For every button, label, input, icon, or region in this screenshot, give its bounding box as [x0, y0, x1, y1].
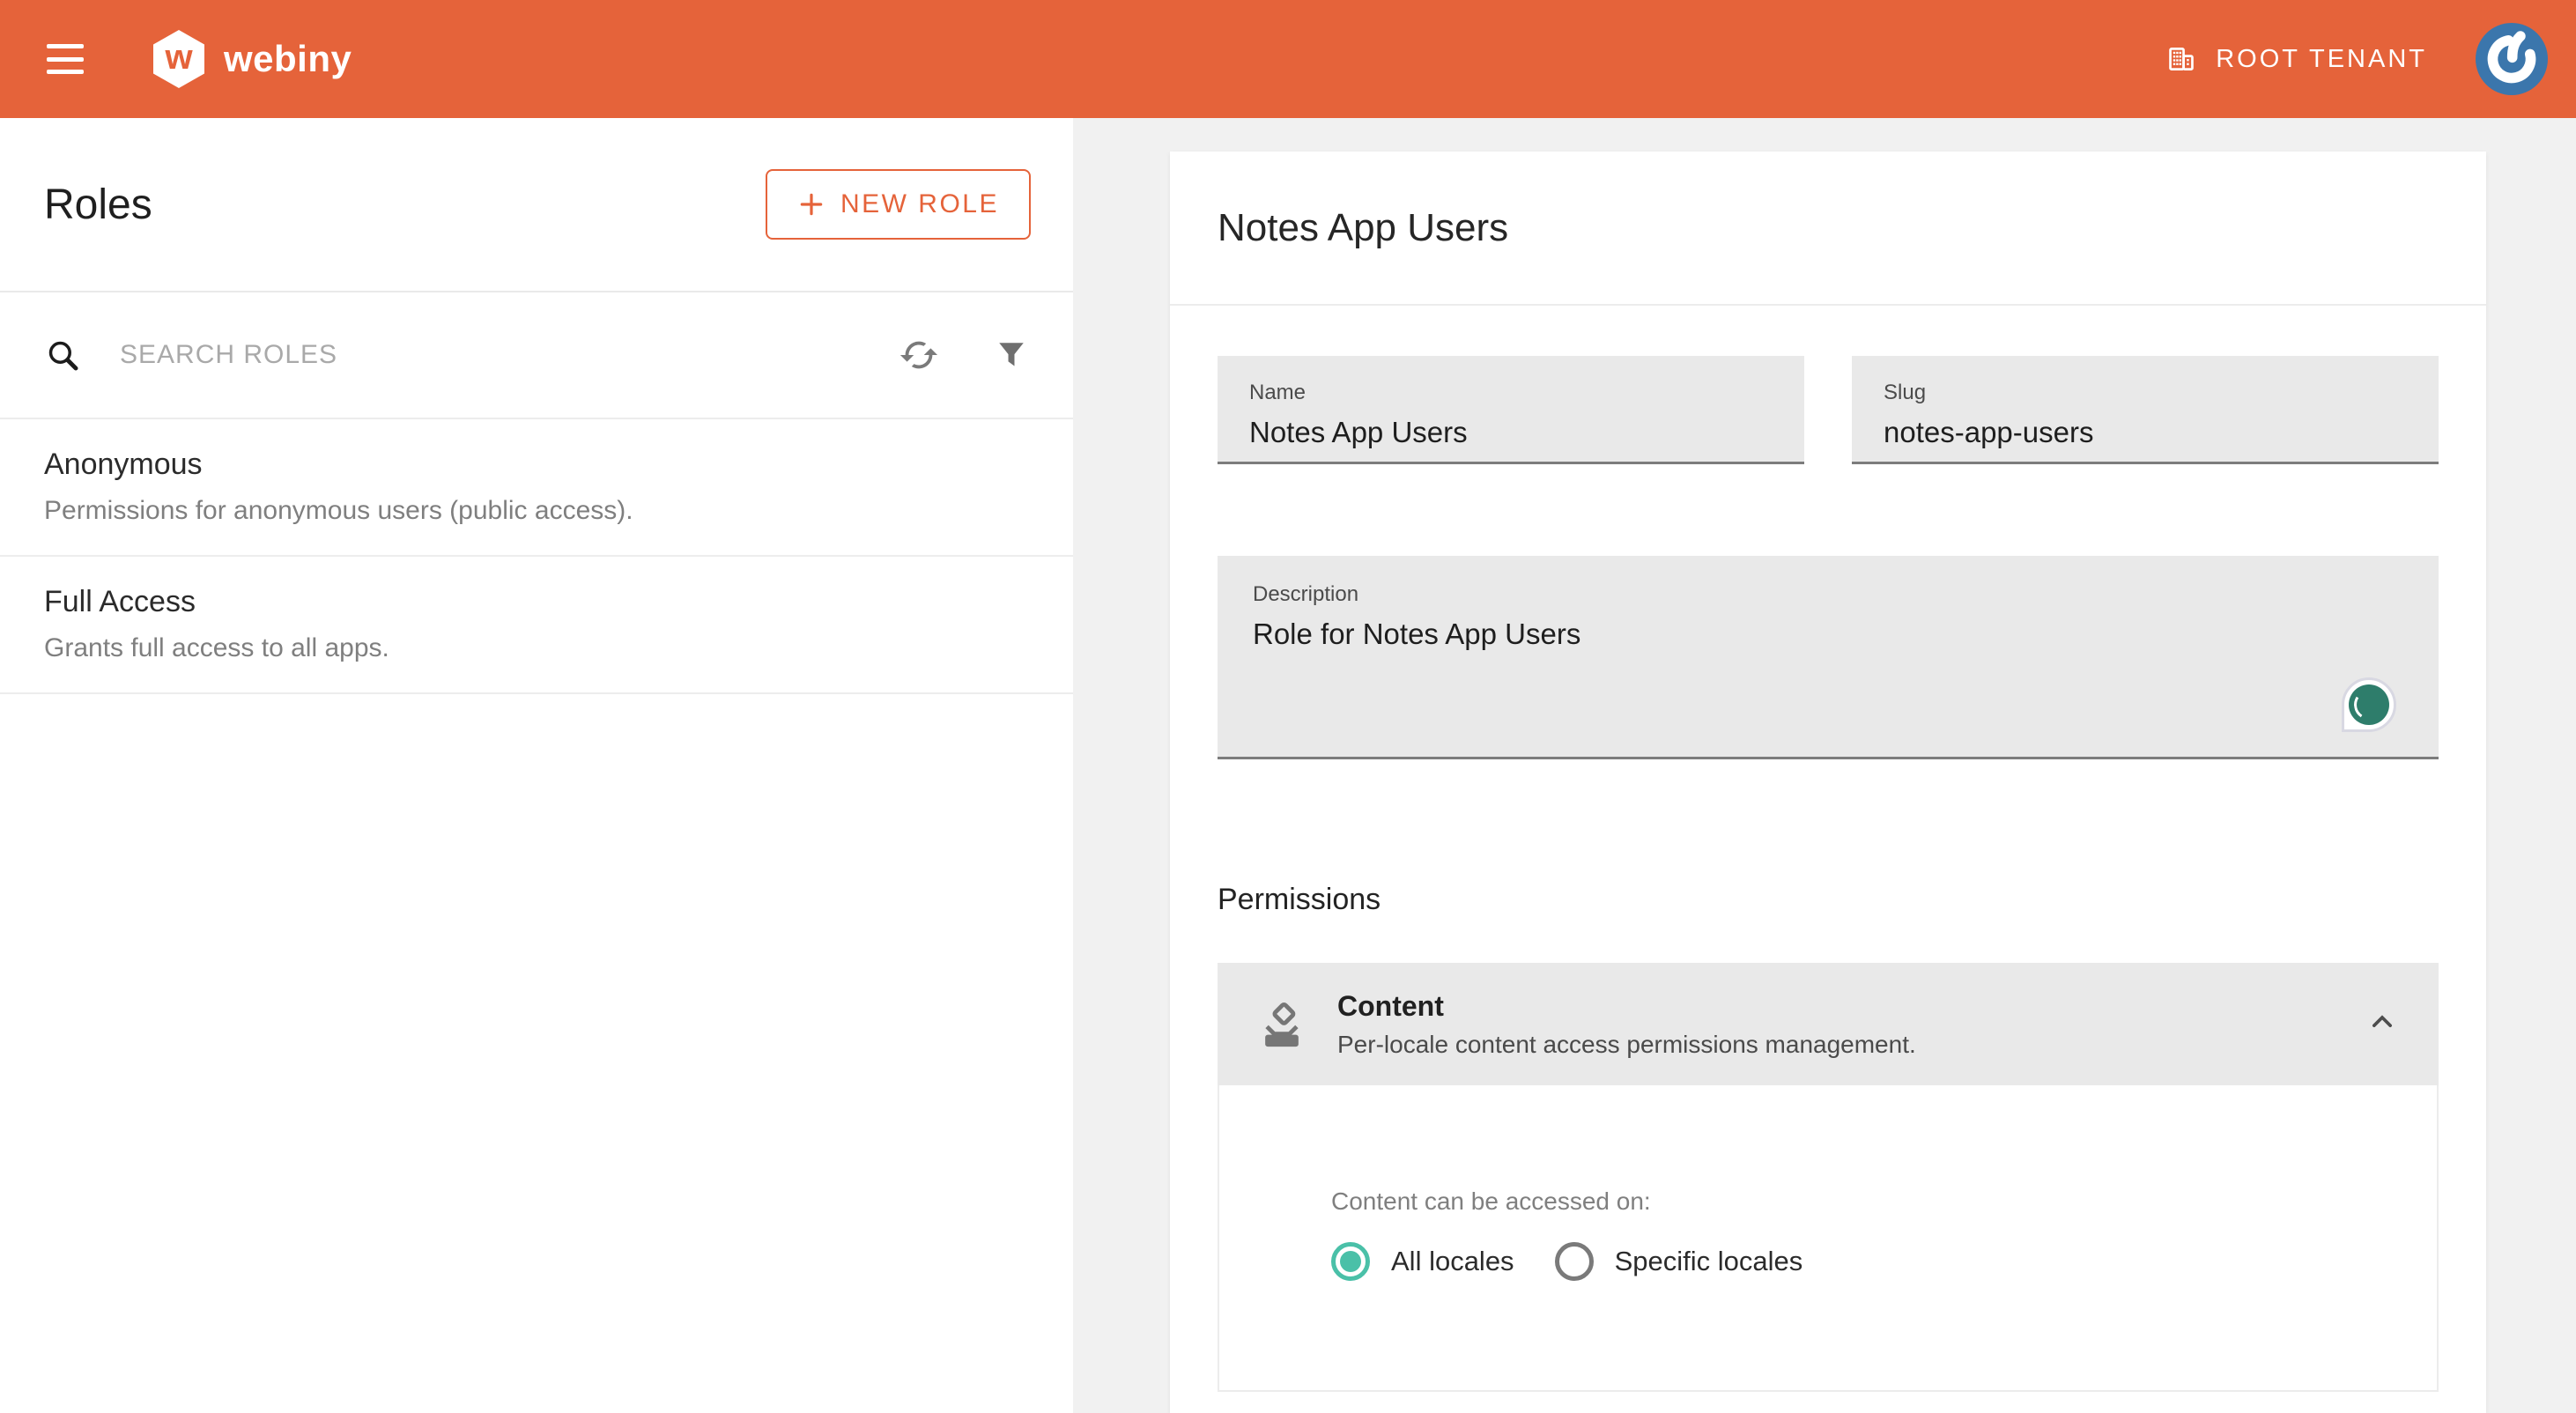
- menu-bar: [47, 44, 84, 48]
- radio-specific-locales-label: Specific locales: [1615, 1246, 1803, 1277]
- description-field-label: Description: [1253, 582, 2403, 607]
- permissions-section-content: Content Per-locale content access permis…: [1218, 963, 2439, 1392]
- name-field-value: Notes App Users: [1249, 416, 1773, 449]
- locales-radio-group: All locales Specific locales: [1331, 1242, 2437, 1281]
- search-input[interactable]: [118, 339, 899, 371]
- accordion-title: Content: [1337, 990, 1916, 1023]
- menu-icon[interactable]: [47, 44, 84, 74]
- role-name: Full Access: [44, 585, 1029, 619]
- new-role-button[interactable]: NEW ROLE: [766, 169, 1031, 240]
- permissions-heading: Permissions: [1218, 883, 2439, 917]
- building-icon: [2166, 44, 2196, 74]
- radio-all-locales-label: All locales: [1391, 1246, 1514, 1277]
- chevron-up-icon[interactable]: [2365, 1004, 2400, 1044]
- plus-icon: [797, 190, 825, 218]
- role-detail-header: Notes App Users: [1170, 152, 2486, 306]
- new-role-label: NEW ROLE: [840, 189, 999, 219]
- list-item-full-access[interactable]: Full Access Grants full access to all ap…: [0, 557, 1073, 694]
- name-field-label: Name: [1249, 381, 1773, 405]
- slug-field-value: notes-app-users: [1884, 416, 2407, 449]
- ballot-box-icon: [1256, 999, 1307, 1050]
- radio-specific-locales[interactable]: Specific locales: [1555, 1242, 1803, 1281]
- role-description: Grants full access to all apps.: [44, 633, 1029, 663]
- access-label: Content can be accessed on:: [1331, 1187, 2437, 1216]
- webiny-logo-icon: w: [153, 30, 204, 88]
- name-slug-row: Name Notes App Users Slug notes-app-user…: [1218, 356, 2439, 464]
- tenant-selector[interactable]: ROOT TENANT: [2166, 44, 2427, 74]
- radio-unselected-icon: [1555, 1242, 1594, 1281]
- role-detail-form: Name Notes App Users Slug notes-app-user…: [1170, 356, 2486, 1392]
- list-item-anonymous[interactable]: Anonymous Permissions for anonymous user…: [0, 419, 1073, 557]
- avatar[interactable]: [2476, 23, 2548, 95]
- refresh-icon[interactable]: [899, 335, 939, 375]
- roles-search-bar: [0, 292, 1073, 419]
- role-title: Notes App Users: [1218, 206, 1508, 250]
- role-description: Permissions for anonymous users (public …: [44, 496, 1029, 526]
- radio-all-locales[interactable]: All locales: [1331, 1242, 1514, 1281]
- page-title: Roles: [44, 181, 152, 229]
- name-field[interactable]: Name Notes App Users: [1218, 356, 1804, 464]
- accordion-titles: Content Per-locale content access permis…: [1337, 990, 1916, 1059]
- roles-list: Anonymous Permissions for anonymous user…: [0, 419, 1073, 694]
- description-field-value: Role for Notes App Users: [1253, 618, 2403, 651]
- menu-bar: [47, 70, 84, 74]
- role-name: Anonymous: [44, 448, 1029, 482]
- radio-selected-icon: [1331, 1242, 1370, 1281]
- power-icon: [2476, 23, 2548, 95]
- slug-field[interactable]: Slug notes-app-users: [1852, 356, 2439, 464]
- roles-list-panel: Roles NEW ROLE: [0, 118, 1073, 1413]
- roles-panel-header: Roles NEW ROLE: [0, 118, 1073, 292]
- main-content: Roles NEW ROLE: [0, 118, 2576, 1413]
- accordion-subtitle: Per-locale content access permissions ma…: [1337, 1031, 1916, 1059]
- search-icon: [44, 337, 81, 374]
- filter-icon[interactable]: [992, 336, 1031, 374]
- menu-bar: [47, 57, 84, 62]
- role-detail-area: Notes App Users Name Notes App Users Slu…: [1073, 118, 2576, 1413]
- chat-widget-button[interactable]: [2342, 677, 2396, 732]
- webiny-logo-letter: w: [165, 40, 192, 75]
- app-header: w webiny ROOT TENANT: [0, 0, 2576, 118]
- brand-wordmark: webiny: [224, 38, 352, 80]
- content-accordion-body: Content can be accessed on: All locales …: [1218, 1085, 2439, 1392]
- slug-field-label: Slug: [1884, 381, 2407, 405]
- tenant-label: ROOT TENANT: [2216, 45, 2427, 74]
- description-field[interactable]: Description Role for Notes App Users: [1218, 556, 2439, 759]
- role-detail-card: Notes App Users Name Notes App Users Slu…: [1170, 152, 2486, 1413]
- spinner-icon: [2349, 684, 2389, 725]
- content-accordion-header[interactable]: Content Per-locale content access permis…: [1218, 963, 2439, 1085]
